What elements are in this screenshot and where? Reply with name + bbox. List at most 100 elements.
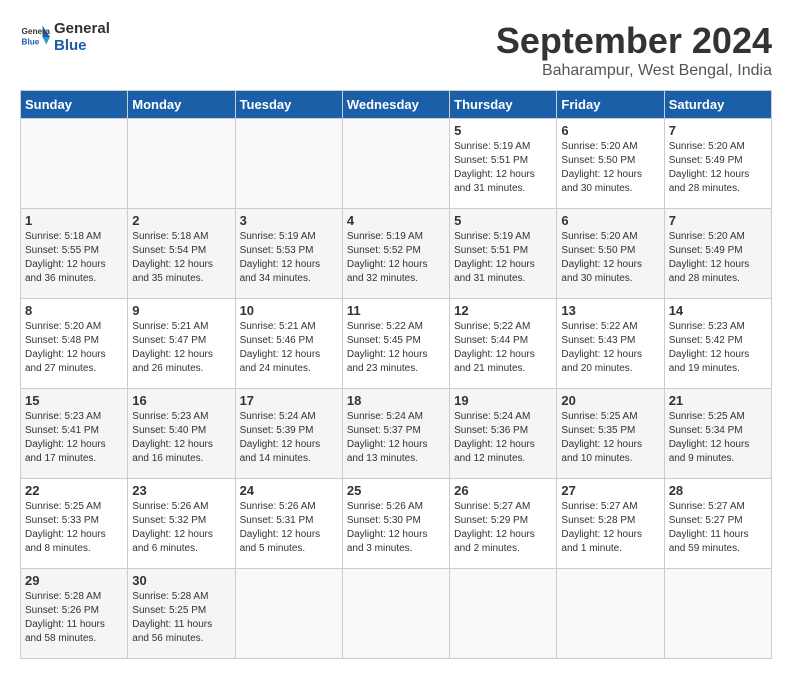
week-row-3: 15Sunrise: 5:23 AM Sunset: 5:41 PM Dayli… <box>21 389 772 479</box>
day-number: 21 <box>669 393 767 408</box>
day-info: Sunrise: 5:25 AM Sunset: 5:35 PM Dayligh… <box>561 410 659 466</box>
logo-general: General <box>54 20 110 37</box>
calendar-cell: 14 Sunrise: 5:23 AM Sunset: 5:42 PM Dayli… <box>664 299 771 389</box>
calendar-cell: 8Sunrise: 5:20 AM Sunset: 5:48 PM Daylig… <box>21 299 128 389</box>
day-info: Sunrise: 5:23 AM Sunset: 5:41 PM Dayligh… <box>25 410 123 466</box>
calendar-cell: 25Sunrise: 5:26 AM Sunset: 5:30 PM Dayli… <box>342 479 449 569</box>
week-row-5: 29Sunrise: 5:28 AM Sunset: 5:26 PM Dayli… <box>21 569 772 659</box>
week-row-1: 1 Sunrise: 5:18 AM Sunset: 5:55 PM Daylig… <box>21 209 772 299</box>
calendar-cell <box>342 569 449 659</box>
day-info: Sunrise: 5:25 AM Sunset: 5:33 PM Dayligh… <box>25 500 123 556</box>
calendar-cell: 24 Sunrise: 5:26 AM Sunset: 5:31 PM Dayli… <box>235 479 342 569</box>
day-info: Sunrise: 5:28 AM Sunset: 5:25 PM Dayligh… <box>132 590 230 646</box>
day-number: 28 <box>669 483 767 498</box>
day-number: 24 <box>240 483 338 498</box>
calendar-cell: 27Sunrise: 5:27 AM Sunset: 5:28 PM Dayli… <box>557 479 664 569</box>
day-number: 13 <box>561 303 659 318</box>
day-number: 5 <box>454 123 552 138</box>
week-row-2: 8Sunrise: 5:20 AM Sunset: 5:48 PM Daylig… <box>21 299 772 389</box>
calendar-cell: 15Sunrise: 5:23 AM Sunset: 5:41 PM Dayli… <box>21 389 128 479</box>
day-number: 6 <box>561 213 659 228</box>
calendar-cell <box>21 119 128 209</box>
day-number: 5 <box>454 213 552 228</box>
calendar-cell: 19 Sunrise: 5:24 AM Sunset: 5:36 PM Dayli… <box>450 389 557 479</box>
day-info: Sunrise: 5:26 AM Sunset: 5:30 PM Dayligh… <box>347 500 445 556</box>
day-number: 23 <box>132 483 230 498</box>
calendar-cell: 4 Sunrise: 5:19 AM Sunset: 5:52 PM Daylig… <box>342 209 449 299</box>
day-info: Sunrise: 5:20 AM Sunset: 5:49 PM Dayligh… <box>669 230 767 286</box>
day-number: 3 <box>240 213 338 228</box>
calendar-cell: 28 Sunrise: 5:27 AM Sunset: 5:27 PM Dayli… <box>664 479 771 569</box>
day-number: 26 <box>454 483 552 498</box>
day-info: Sunrise: 5:19 AM Sunset: 5:52 PM Dayligh… <box>347 230 445 286</box>
day-info: Sunrise: 5:24 AM Sunset: 5:37 PM Dayligh… <box>347 410 445 466</box>
calendar-cell <box>664 569 771 659</box>
svg-text:General: General <box>22 27 51 36</box>
location-title: Baharampur, West Bengal, India <box>496 62 772 80</box>
day-number: 1 <box>25 213 123 228</box>
day-number: 9 <box>132 303 230 318</box>
day-info: Sunrise: 5:21 AM Sunset: 5:47 PM Dayligh… <box>132 320 230 376</box>
calendar-cell: 12Sunrise: 5:22 AM Sunset: 5:44 PM Dayli… <box>450 299 557 389</box>
logo: General Blue General Blue <box>20 20 110 54</box>
title-area: September 2024 Baharampur, West Bengal, … <box>496 20 772 80</box>
calendar-cell: 5 Sunrise: 5:19 AM Sunset: 5:51 PM Daylig… <box>450 209 557 299</box>
day-info: Sunrise: 5:27 AM Sunset: 5:29 PM Dayligh… <box>454 500 552 556</box>
day-number: 2 <box>132 213 230 228</box>
day-info: Sunrise: 5:19 AM Sunset: 5:51 PM Dayligh… <box>454 230 552 286</box>
day-number: 7 <box>669 213 767 228</box>
logo-blue: Blue <box>54 37 110 54</box>
day-number: 12 <box>454 303 552 318</box>
header-monday: Monday <box>128 91 235 119</box>
day-number: 10 <box>240 303 338 318</box>
header-sunday: Sunday <box>21 91 128 119</box>
calendar-cell: 20 Sunrise: 5:25 AM Sunset: 5:35 PM Dayli… <box>557 389 664 479</box>
day-number: 30 <box>132 573 230 588</box>
calendar-cell: 13Sunrise: 5:22 AM Sunset: 5:43 PM Dayli… <box>557 299 664 389</box>
day-number: 4 <box>347 213 445 228</box>
calendar-cell <box>450 569 557 659</box>
day-number: 14 <box>669 303 767 318</box>
day-info: Sunrise: 5:20 AM Sunset: 5:48 PM Dayligh… <box>25 320 123 376</box>
week-row-0: 5 Sunrise: 5:19 AM Sunset: 5:51 PM Daylig… <box>21 119 772 209</box>
calendar-cell: 7 Sunrise: 5:20 AM Sunset: 5:49 PM Daylig… <box>664 119 771 209</box>
day-number: 11 <box>347 303 445 318</box>
calendar-cell <box>342 119 449 209</box>
week-row-4: 22Sunrise: 5:25 AM Sunset: 5:33 PM Dayli… <box>21 479 772 569</box>
day-number: 7 <box>669 123 767 138</box>
svg-text:Blue: Blue <box>22 38 40 47</box>
header-wednesday: Wednesday <box>342 91 449 119</box>
day-number: 19 <box>454 393 552 408</box>
day-number: 17 <box>240 393 338 408</box>
day-info: Sunrise: 5:24 AM Sunset: 5:36 PM Dayligh… <box>454 410 552 466</box>
calendar-cell: 2Sunrise: 5:18 AM Sunset: 5:54 PM Daylig… <box>128 209 235 299</box>
day-number: 29 <box>25 573 123 588</box>
header-tuesday: Tuesday <box>235 91 342 119</box>
day-info: Sunrise: 5:21 AM Sunset: 5:46 PM Dayligh… <box>240 320 338 376</box>
header-saturday: Saturday <box>664 91 771 119</box>
calendar-cell: 22Sunrise: 5:25 AM Sunset: 5:33 PM Dayli… <box>21 479 128 569</box>
calendar-table: Sunday Monday Tuesday Wednesday Thursday… <box>20 90 772 659</box>
calendar-cell <box>128 119 235 209</box>
day-info: Sunrise: 5:20 AM Sunset: 5:49 PM Dayligh… <box>669 140 767 196</box>
calendar-cell: 3Sunrise: 5:19 AM Sunset: 5:53 PM Daylig… <box>235 209 342 299</box>
day-info: Sunrise: 5:23 AM Sunset: 5:42 PM Dayligh… <box>669 320 767 376</box>
logo-icon: General Blue <box>20 22 50 52</box>
day-info: Sunrise: 5:26 AM Sunset: 5:31 PM Dayligh… <box>240 500 338 556</box>
calendar-cell: 1 Sunrise: 5:18 AM Sunset: 5:55 PM Daylig… <box>21 209 128 299</box>
calendar-cell: 16Sunrise: 5:23 AM Sunset: 5:40 PM Dayli… <box>128 389 235 479</box>
day-number: 20 <box>561 393 659 408</box>
day-number: 6 <box>561 123 659 138</box>
weekday-header-row: Sunday Monday Tuesday Wednesday Thursday… <box>21 91 772 119</box>
day-info: Sunrise: 5:18 AM Sunset: 5:55 PM Dayligh… <box>25 230 123 286</box>
day-number: 27 <box>561 483 659 498</box>
calendar-cell: 11Sunrise: 5:22 AM Sunset: 5:45 PM Dayli… <box>342 299 449 389</box>
day-info: Sunrise: 5:19 AM Sunset: 5:51 PM Dayligh… <box>454 140 552 196</box>
day-info: Sunrise: 5:20 AM Sunset: 5:50 PM Dayligh… <box>561 230 659 286</box>
header-friday: Friday <box>557 91 664 119</box>
calendar-cell <box>235 119 342 209</box>
day-info: Sunrise: 5:27 AM Sunset: 5:27 PM Dayligh… <box>669 500 767 556</box>
calendar-cell: 7 Sunrise: 5:20 AM Sunset: 5:49 PM Daylig… <box>664 209 771 299</box>
day-info: Sunrise: 5:20 AM Sunset: 5:50 PM Dayligh… <box>561 140 659 196</box>
calendar-cell: 29Sunrise: 5:28 AM Sunset: 5:26 PM Dayli… <box>21 569 128 659</box>
